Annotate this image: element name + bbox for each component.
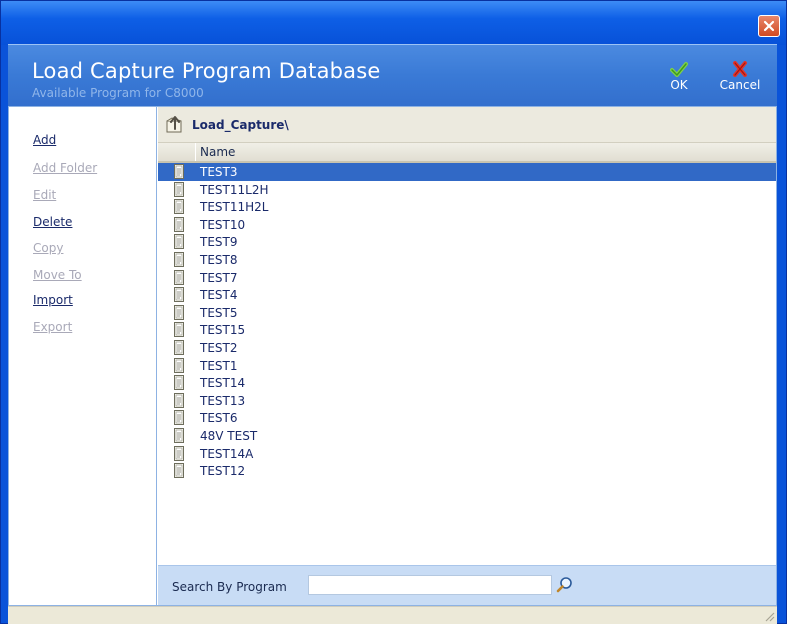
sidebar-item-export: Export — [33, 320, 73, 334]
document-icon — [174, 252, 184, 267]
icon-column-header — [158, 143, 196, 161]
resize-grip-icon[interactable] — [763, 610, 775, 622]
row-name: TEST12 — [200, 464, 246, 479]
table-row[interactable]: TEST4 — [158, 286, 776, 304]
document-icon — [174, 463, 184, 479]
search-bar: Search By Program — [158, 565, 776, 605]
table-row[interactable]: TEST10 — [158, 216, 776, 234]
search-label: Search By Program — [172, 580, 287, 594]
close-button[interactable] — [758, 15, 780, 37]
document-icon — [174, 216, 184, 232]
document-icon — [174, 234, 184, 250]
ok-button[interactable]: OK — [654, 61, 704, 101]
table-row[interactable]: TEST5 — [158, 304, 776, 322]
row-name: TEST8 — [200, 253, 238, 267]
x-icon — [733, 61, 747, 77]
row-name: TEST9 — [200, 235, 238, 250]
row-name: TEST10 — [200, 217, 246, 232]
sidebar-item-add-folder: Add Folder — [33, 161, 98, 175]
table-row[interactable]: TEST7 — [158, 269, 776, 287]
document-icon — [174, 304, 184, 320]
title-bar[interactable] — [1, 1, 786, 45]
document-icon — [174, 181, 184, 197]
sidebar-item-copy: Copy — [33, 241, 64, 255]
table-row[interactable]: TEST15 — [158, 321, 776, 339]
path-bar: Load_Capture\ — [158, 107, 776, 143]
file-browser: Load_Capture\ Name TEST3 TEST11L2H TEST11H… — [158, 107, 776, 605]
row-name: TEST11L2H — [200, 182, 269, 197]
table-row[interactable]: TEST11H2L — [158, 198, 776, 216]
table-row[interactable]: TEST13 — [158, 392, 776, 410]
list-header: Name — [158, 143, 776, 163]
document-icon — [174, 445, 184, 461]
page-subtitle: Available Program for C8000 — [32, 86, 204, 100]
document-icon — [174, 375, 184, 391]
table-row[interactable]: TEST1 — [158, 357, 776, 375]
sidebar-item-add[interactable]: Add — [33, 133, 56, 147]
row-name: TEST3 — [200, 165, 238, 179]
row-name: TEST14 — [200, 376, 246, 391]
table-row[interactable]: TEST3 — [158, 163, 776, 181]
document-icon — [174, 164, 184, 179]
sidebar-item-import[interactable]: Import — [33, 293, 73, 307]
row-name: TEST2 — [200, 341, 238, 355]
document-icon — [174, 287, 184, 303]
document-icon — [174, 269, 184, 285]
table-row[interactable]: 48V TEST — [158, 427, 776, 445]
table-row[interactable]: TEST6 — [158, 409, 776, 427]
table-row[interactable]: TEST14 — [158, 374, 776, 392]
ok-label: OK — [670, 78, 688, 92]
folder-up-icon[interactable] — [164, 113, 186, 135]
current-path: Load_Capture\ — [192, 118, 289, 132]
document-icon — [174, 199, 184, 215]
table-row[interactable]: TEST2 — [158, 339, 776, 357]
cancel-label: Cancel — [719, 78, 761, 92]
row-name: TEST6 — [200, 411, 238, 426]
action-sidebar: Add Add Folder Edit Delete Copy Move To … — [9, 107, 157, 605]
row-name: TEST7 — [200, 270, 238, 285]
row-name: TEST14A — [200, 446, 254, 461]
close-icon — [763, 20, 775, 32]
dialog-header: Load Capture Program Database Available … — [8, 44, 777, 106]
search-icon[interactable] — [556, 576, 574, 594]
table-row[interactable]: TEST8 — [158, 251, 776, 269]
row-name: TEST5 — [200, 305, 238, 320]
row-name: TEST1 — [200, 358, 238, 373]
checkmark-icon — [670, 62, 688, 77]
cancel-button[interactable]: Cancel — [715, 61, 765, 101]
document-icon — [174, 392, 184, 408]
document-icon — [174, 428, 184, 443]
sidebar-item-move-to: Move To — [33, 268, 82, 282]
row-name: TEST13 — [200, 393, 246, 408]
document-icon — [174, 322, 184, 338]
table-row[interactable]: TEST14A — [158, 445, 776, 463]
table-row[interactable]: TEST11L2H — [158, 181, 776, 199]
row-name: TEST4 — [200, 288, 238, 303]
table-row[interactable]: TEST9 — [158, 233, 776, 251]
sidebar-item-delete[interactable]: Delete — [33, 215, 72, 229]
dialog-content: Add Add Folder Edit Delete Copy Move To … — [8, 106, 777, 606]
sidebar-item-edit: Edit — [33, 188, 57, 202]
row-name: TEST15 — [200, 323, 246, 338]
document-icon — [174, 340, 184, 355]
page-title: Load Capture Program Database — [32, 59, 381, 83]
document-icon — [174, 357, 184, 373]
file-list: TEST3 TEST11L2H TEST11H2L TEST10 TEST9 TEST8 T… — [158, 163, 776, 563]
name-column-header[interactable]: Name — [200, 145, 235, 159]
search-input[interactable] — [308, 575, 552, 595]
row-name: 48V TEST — [200, 429, 258, 443]
table-row[interactable]: TEST12 — [158, 462, 776, 480]
row-name: TEST11H2L — [200, 200, 269, 215]
status-bar — [8, 606, 777, 624]
document-icon — [174, 410, 184, 426]
